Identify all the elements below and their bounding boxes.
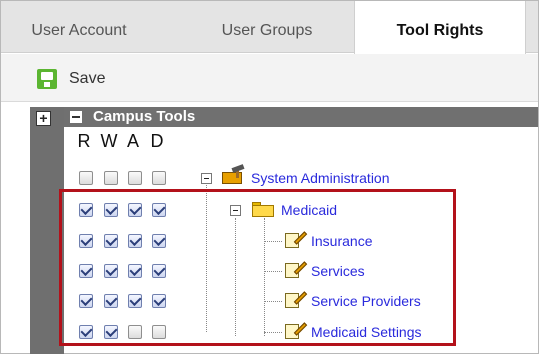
collapse-campus-tools-icon[interactable] bbox=[70, 111, 82, 123]
tree-header-title: Campus Tools bbox=[93, 108, 196, 125]
column-add: A bbox=[126, 131, 139, 151]
tab-user-account[interactable]: User Account bbox=[9, 1, 149, 53]
tab-tool-rights[interactable]: Tool Rights bbox=[354, 1, 526, 54]
save-button[interactable]: Save bbox=[37, 68, 105, 90]
rights-checkbox-add[interactable] bbox=[128, 171, 142, 185]
collapse-system-administration-icon[interactable] bbox=[201, 173, 212, 184]
tree-node-system-administration[interactable]: System Administration bbox=[251, 170, 390, 186]
tab-bar: User Account User Groups Tool Rights bbox=[1, 1, 538, 54]
toolbox-icon bbox=[222, 164, 248, 184]
rights-checkbox-read[interactable] bbox=[79, 171, 93, 185]
tab-user-groups[interactable]: User Groups bbox=[197, 1, 337, 53]
column-write: W bbox=[100, 131, 118, 151]
action-toolbar: Save bbox=[1, 54, 538, 102]
column-read: R bbox=[77, 131, 91, 151]
rights-checkbox-write[interactable] bbox=[104, 171, 118, 185]
save-label: Save bbox=[69, 70, 106, 87]
expand-all-icon[interactable]: + bbox=[36, 111, 51, 126]
column-delete: D bbox=[150, 131, 164, 151]
highlight-annotation bbox=[59, 189, 456, 346]
rights-checkbox-delete[interactable] bbox=[152, 171, 166, 185]
save-icon bbox=[37, 69, 57, 89]
